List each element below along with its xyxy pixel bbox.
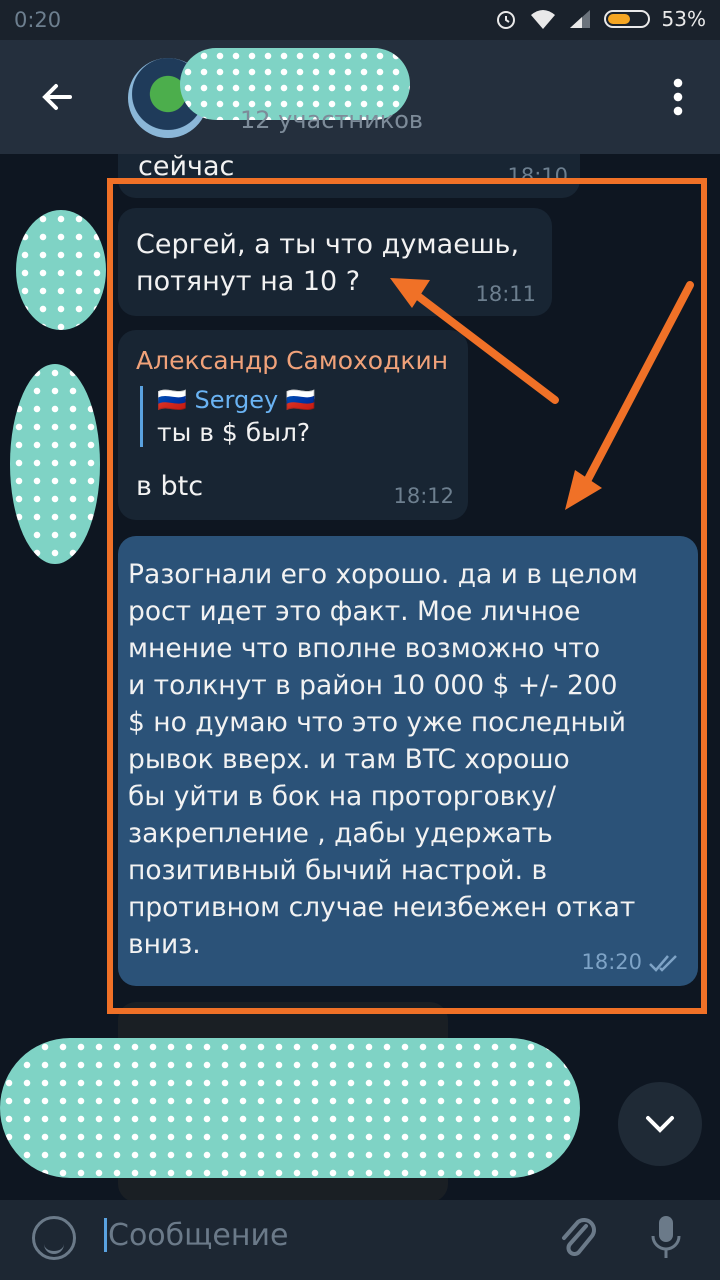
message-input[interactable]: Сообщение bbox=[108, 1218, 288, 1253]
message-composer: Сообщение bbox=[0, 1200, 720, 1280]
redacted-area bbox=[0, 1038, 580, 1178]
scroll-down-icon bbox=[646, 1116, 674, 1133]
attach-icon[interactable] bbox=[556, 1214, 602, 1264]
scroll-down-button[interactable] bbox=[618, 1082, 702, 1166]
text-cursor bbox=[104, 1218, 107, 1252]
emoji-icon[interactable] bbox=[32, 1216, 76, 1260]
mic-icon[interactable] bbox=[646, 1212, 686, 1266]
